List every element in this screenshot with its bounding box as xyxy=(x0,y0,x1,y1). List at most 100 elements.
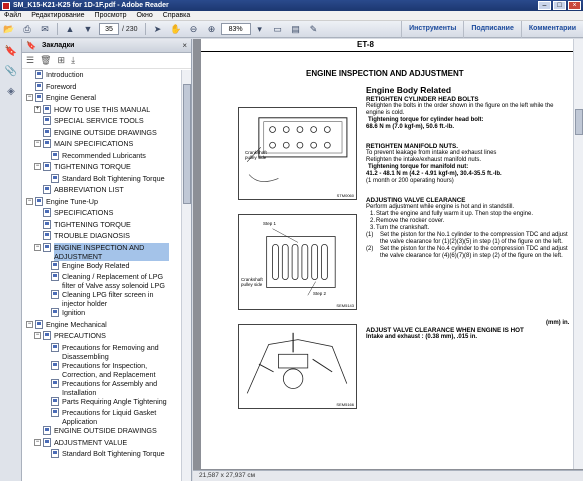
bookmark-item[interactable]: TIGHTENING TORQUE xyxy=(22,219,181,232)
bookmark-item[interactable]: Recommended Lubricants xyxy=(22,150,181,163)
collapse-icon[interactable]: − xyxy=(34,163,41,170)
bookmark-label: Foreword xyxy=(46,81,77,91)
page-size-readout: 21,587 x 27,937 см xyxy=(199,472,256,479)
next-page-icon[interactable]: ▼ xyxy=(82,23,94,35)
bookmark-item[interactable]: Precautions for Inspection, Correction, … xyxy=(22,360,181,379)
valve-intro: Perform adjustment while engine is hot a… xyxy=(366,204,515,210)
close-button[interactable]: × xyxy=(568,1,581,10)
bookmark-item[interactable]: − TIGHTENING TORQUE xyxy=(22,162,181,174)
bookmark-item[interactable]: Parts Requiring Angle Tightening xyxy=(22,396,181,409)
bookmark-icon xyxy=(43,116,51,125)
email-icon[interactable]: ✉ xyxy=(39,23,51,35)
bookmark-item[interactable]: Ignition xyxy=(22,308,181,320)
bookmark-icon xyxy=(51,308,59,317)
collapse-icon[interactable]: − xyxy=(26,320,33,328)
expand-bookmark-icon[interactable]: ⤓ xyxy=(71,55,75,66)
scroll-mode-icon[interactable]: ▤ xyxy=(290,23,302,35)
menu-file[interactable]: Файл xyxy=(4,12,21,19)
fit-page-icon[interactable]: ▭ xyxy=(272,23,284,35)
bookmark-item[interactable]: − ADJUSTMENT VALUE xyxy=(22,437,181,450)
zoom-in-icon[interactable]: ⊕ xyxy=(206,23,218,35)
collapse-icon[interactable]: − xyxy=(26,197,33,205)
menu-window[interactable]: Окно xyxy=(137,12,153,19)
bookmark-item[interactable]: − MAIN SPECIFICATIONS xyxy=(22,139,181,151)
menu-help[interactable]: Справка xyxy=(163,12,190,19)
layers-icon[interactable]: ◈ xyxy=(4,85,18,99)
manifold-body-1: To prevent leakage from intake and exhau… xyxy=(366,150,497,156)
document-area: ET-8 ENGINE INSPECTION AND ADJUSTMENT En… xyxy=(193,39,583,481)
panel-scrollbar[interactable] xyxy=(181,70,191,481)
bookmark-item[interactable]: Cleaning LPG filter screen in injector h… xyxy=(22,290,181,308)
comment-icon[interactable]: ✎ xyxy=(308,23,320,35)
collapse-icon[interactable]: − xyxy=(34,438,41,446)
collapse-icon[interactable]: − xyxy=(34,140,41,147)
bookmark-icon xyxy=(51,290,59,299)
bookmark-icon xyxy=(43,437,51,447)
menu-edit[interactable]: Редактирование xyxy=(31,12,84,19)
hot-value: Intake and exhaust : (0.38 mm), .015 in. xyxy=(366,334,478,340)
bookmark-item[interactable]: Precautions for Liquid Gasket Applicatio… xyxy=(22,408,181,426)
document-scrollbar[interactable] xyxy=(573,39,583,469)
delete-bookmark-icon[interactable]: 🗑 xyxy=(40,55,51,66)
bookmark-item[interactable]: + HOW TO USE THIS MANUAL xyxy=(22,104,181,117)
open-icon[interactable]: 📂 xyxy=(3,23,15,35)
status-bar: 21,587 x 27,937 см xyxy=(193,470,583,481)
previous-page-icon[interactable]: ▲ xyxy=(64,23,76,35)
menu-bar: Файл Редактирование Просмотр Окно Справк… xyxy=(0,11,583,21)
zoom-input[interactable] xyxy=(220,23,251,35)
tab-comment[interactable]: Комментарии xyxy=(520,21,583,38)
bookmark-item[interactable]: Engine Body Related xyxy=(22,260,181,273)
bookmark-icon xyxy=(43,331,51,340)
hand-tool-icon[interactable]: ✋ xyxy=(170,23,182,35)
bookmark-item[interactable]: − Engine General xyxy=(22,93,181,105)
document-scrollbar-thumb[interactable] xyxy=(575,109,583,135)
select-tool-icon[interactable]: ➤ xyxy=(152,23,164,35)
bookmark-item[interactable]: Precautions for Assembly and Installatio… xyxy=(22,378,181,397)
menu-view[interactable]: Просмотр xyxy=(95,12,127,19)
bookmark-label: SPECIFICATIONS xyxy=(54,208,114,217)
window-controls: – □ × xyxy=(538,1,581,10)
print-icon[interactable]: ⎙ xyxy=(21,23,33,35)
bookmark-item[interactable]: Standard Bolt Tightening Torque xyxy=(22,449,181,461)
bookmark-item[interactable]: ENGINE OUTSIDE DRAWINGS xyxy=(22,426,181,438)
bookmark-item[interactable]: Standard Bolt Tightening Torque xyxy=(22,173,181,186)
collapse-icon[interactable]: − xyxy=(26,94,33,101)
minimize-button[interactable]: – xyxy=(538,1,551,10)
collapse-icon[interactable]: − xyxy=(34,243,41,251)
options-icon[interactable]: ☰ xyxy=(26,55,34,66)
bookmark-item[interactable]: − ENGINE INSPECTION AND ADJUSTMENT xyxy=(22,242,181,261)
tab-sign[interactable]: Подписание xyxy=(463,21,521,38)
page-number-input[interactable] xyxy=(99,23,119,35)
bookmark-item[interactable]: SPECIAL SERVICE TOOLS xyxy=(22,116,181,128)
maximize-button[interactable]: □ xyxy=(553,1,566,10)
bookmark-label: TIGHTENING TORQUE xyxy=(54,219,131,229)
title-bar: SM_K15-K21-K25 for 1D-1F.pdf - Adobe Rea… xyxy=(0,0,583,11)
collapse-icon[interactable]: − xyxy=(34,332,41,339)
bookmark-item[interactable]: Cleaning / Replacement of LPG filter of … xyxy=(22,272,181,290)
bookmark-item[interactable]: TROUBLE DIAGNOSIS xyxy=(22,231,181,243)
new-bookmark-icon[interactable]: ⊞ xyxy=(58,55,66,66)
bookmark-item[interactable]: ENGINE OUTSIDE DRAWINGS xyxy=(22,127,181,140)
bookmark-label: TIGHTENING TORQUE xyxy=(54,162,131,171)
scrollbar-thumb[interactable] xyxy=(183,84,191,204)
bookmark-item[interactable]: − Engine Tune-Up xyxy=(22,196,181,209)
bookmark-item[interactable]: Precautions for Removing and Disassembli… xyxy=(22,342,181,361)
bookmark-icon xyxy=(51,150,59,160)
attachments-icon[interactable]: 📎 xyxy=(4,65,18,79)
expand-icon[interactable]: + xyxy=(34,105,41,113)
bookmark-item[interactable]: ABBREVIATION LIST xyxy=(22,185,181,197)
bookmark-item[interactable]: Foreword xyxy=(22,81,181,94)
tab-tools[interactable]: Инструменты xyxy=(401,21,463,38)
zoom-out-icon[interactable]: ⊖ xyxy=(188,23,200,35)
zoom-dropdown-icon[interactable]: ▾ xyxy=(254,23,266,35)
bookmark-item[interactable]: − Engine Mechanical xyxy=(22,319,181,332)
valve-step: (1) Set the piston for the No.1 cylinder … xyxy=(366,232,571,246)
bookmark-item[interactable]: SPECIFICATIONS xyxy=(22,208,181,220)
fig2-step1: Step 1 xyxy=(263,221,277,226)
bookmark-item[interactable]: Introduction xyxy=(22,70,181,82)
bookmarks-panel-icon[interactable]: 🔖 xyxy=(4,45,18,59)
bookmark-item[interactable]: − PRECAUTIONS xyxy=(22,331,181,343)
close-panel-icon[interactable]: × xyxy=(182,41,187,50)
